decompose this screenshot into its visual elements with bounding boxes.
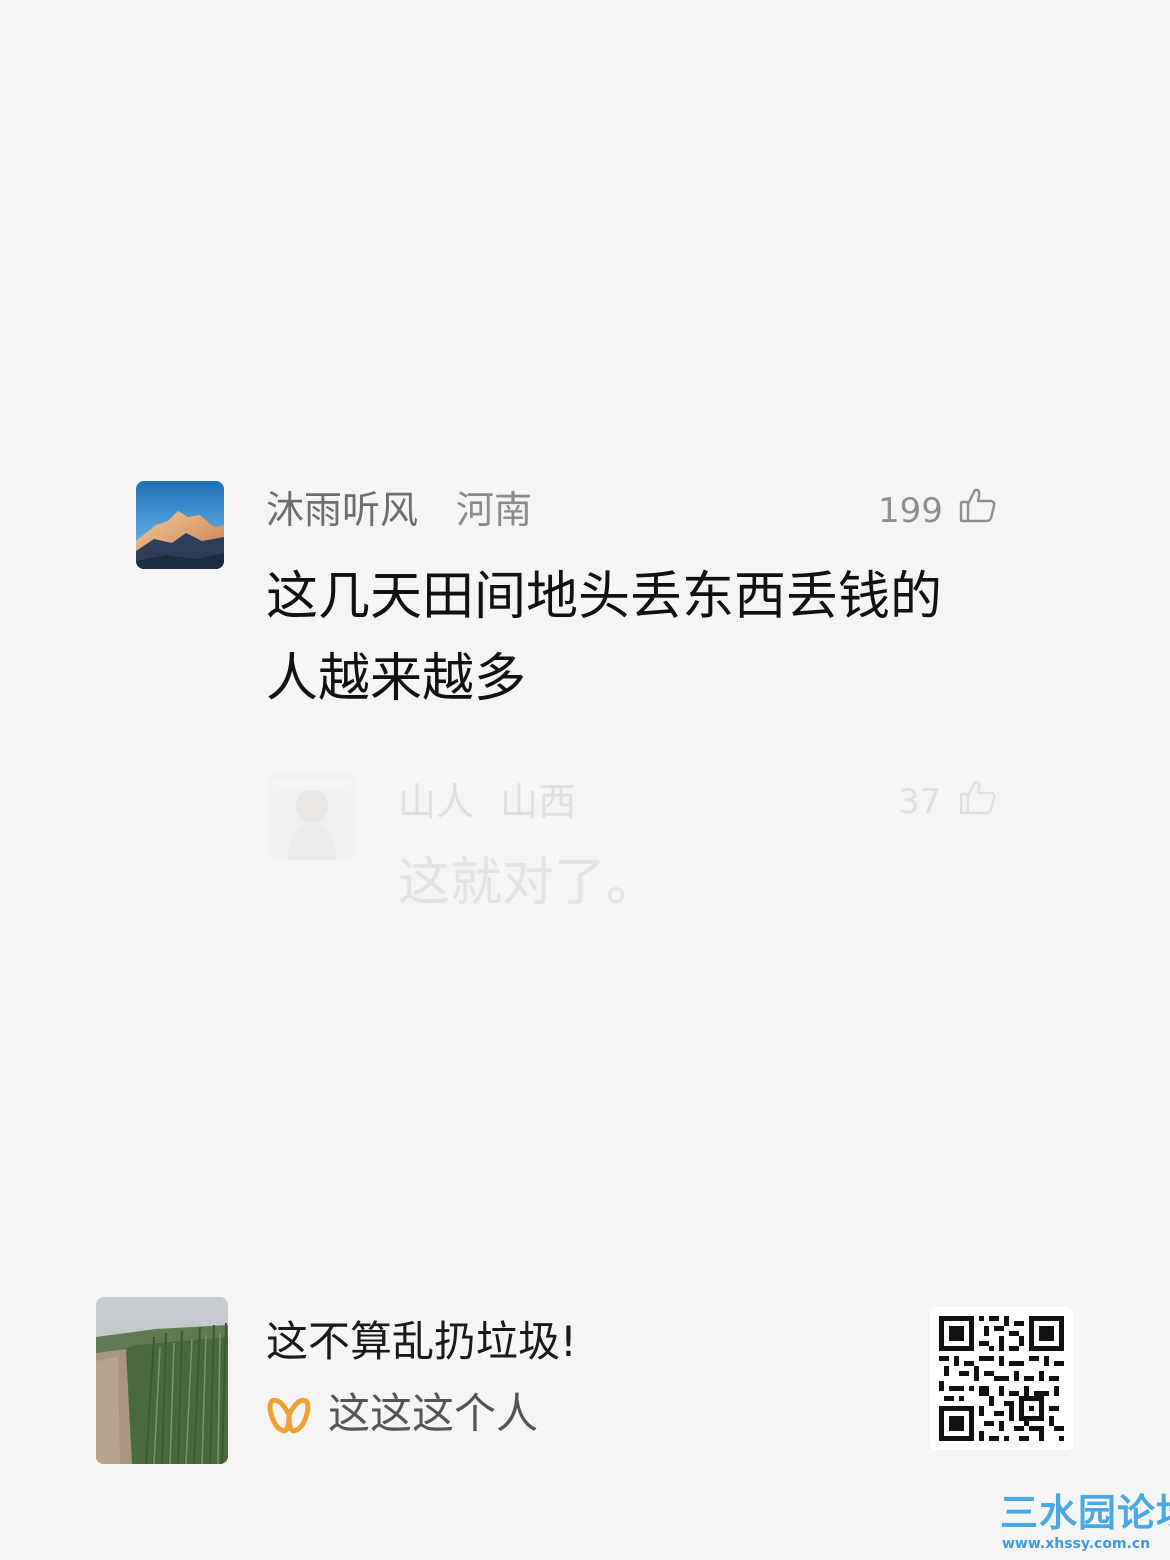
reply-like-count: 37	[898, 782, 942, 822]
watermark-title: 三水园论坛	[1000, 1491, 1170, 1535]
main-comment-author[interactable]: 沐雨听风	[266, 486, 418, 534]
thumbs-up-icon[interactable]	[958, 485, 998, 529]
watermark-url: www.xhssy.com.cn	[1002, 1536, 1151, 1552]
main-comment-avatar[interactable]	[136, 481, 224, 569]
qr-code	[930, 1307, 1073, 1450]
main-comment-region: 河南	[456, 488, 533, 532]
butterfly-logo-icon	[266, 1395, 312, 1439]
main-comment-like-count: 199	[878, 491, 943, 531]
reply-region: 山西	[500, 780, 577, 824]
main-comment-text: 这几天田间地头丢东西丢钱的人越来越多	[266, 567, 943, 709]
thumbs-up-icon[interactable]	[958, 777, 998, 821]
reply-text: 这就对了。	[398, 853, 659, 913]
reply-author[interactable]: 山人	[398, 778, 474, 826]
post-author[interactable]: 这这这个人	[328, 1386, 538, 1442]
post-title[interactable]: 这不算乱扔垃圾!	[266, 1314, 577, 1370]
post-cover-image[interactable]	[96, 1297, 228, 1464]
reply-avatar[interactable]	[268, 772, 356, 860]
